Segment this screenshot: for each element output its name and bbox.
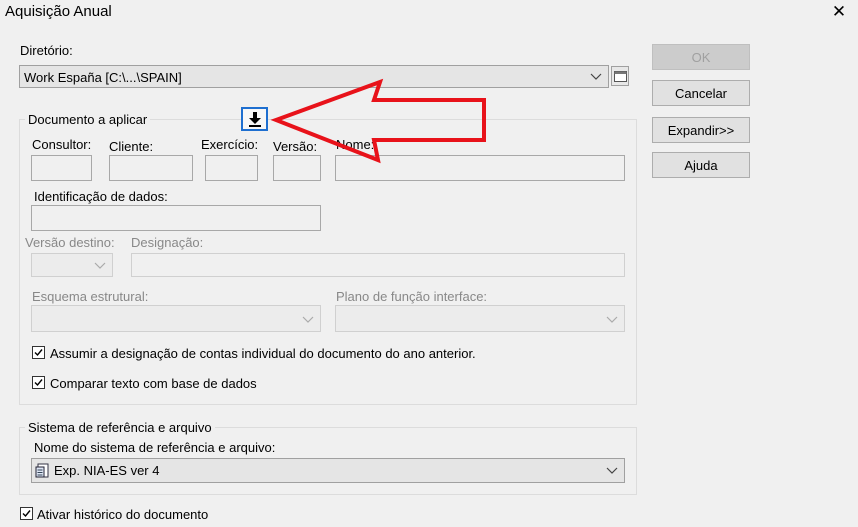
checkmark-icon	[34, 379, 43, 387]
window-title: Aquisição Anual	[5, 3, 112, 20]
esquema-select[interactable]	[31, 305, 321, 332]
checkmark-icon	[34, 349, 43, 357]
historico-checkbox[interactable]	[20, 507, 33, 520]
designacao-label: Designação:	[131, 235, 204, 250]
sistema-value: Exp. NIA-ES ver 4	[54, 463, 160, 478]
comparar-checkbox[interactable]	[32, 376, 45, 389]
exercicio-label: Exercício:	[201, 137, 259, 152]
diretorio-value: Work España [C:\...\SPAIN]	[24, 70, 182, 85]
versao-destino-select[interactable]	[31, 253, 113, 277]
load-document-button[interactable]	[241, 107, 268, 131]
help-button[interactable]: Ajuda	[652, 152, 750, 178]
chevron-down-icon	[606, 313, 618, 325]
exercicio-field[interactable]	[205, 155, 258, 181]
download-icon	[249, 112, 261, 127]
consultor-label: Consultor:	[32, 137, 92, 152]
checkmark-icon	[22, 510, 31, 518]
cliente-label: Cliente:	[109, 139, 154, 154]
sistema-label: Nome do sistema de referência e arquivo:	[34, 440, 276, 455]
browse-folder-icon	[614, 71, 627, 82]
plano-select[interactable]	[335, 305, 625, 332]
identificacao-field[interactable]	[31, 205, 321, 231]
chevron-down-icon	[606, 464, 618, 476]
esquema-label: Esquema estrutural:	[32, 289, 149, 304]
red-arrow-annotation	[270, 78, 486, 164]
database-icon	[35, 463, 49, 478]
chevron-down-icon	[302, 313, 314, 325]
close-button[interactable]: ✕	[828, 0, 850, 22]
versao-destino-label: Versão destino:	[25, 235, 115, 250]
cliente-field[interactable]	[109, 155, 193, 181]
comparar-label: Comparar texto com base de dados	[50, 376, 257, 391]
diretorio-label: Diretório:	[20, 43, 73, 58]
designacao-field[interactable]	[131, 253, 625, 277]
chevron-down-icon	[590, 70, 602, 82]
documento-legend: Documento a aplicar	[25, 112, 151, 127]
sistema-legend: Sistema de referência e arquivo	[25, 420, 215, 435]
chevron-down-icon	[94, 259, 106, 271]
cancel-button[interactable]: Cancelar	[652, 80, 750, 106]
plano-label: Plano de função interface:	[336, 289, 488, 304]
consultor-field[interactable]	[31, 155, 92, 181]
expand-button[interactable]: Expandir>>	[652, 117, 750, 143]
browse-folder-button[interactable]	[611, 66, 629, 86]
assumir-checkbox[interactable]	[32, 346, 45, 359]
sistema-select[interactable]: Exp. NIA-ES ver 4	[31, 458, 625, 483]
identificacao-label: Identificação de dados:	[34, 189, 168, 204]
historico-label: Ativar histórico do documento	[37, 507, 209, 522]
ok-button[interactable]: OK	[652, 44, 750, 70]
assumir-label: Assumir a designação de contas individua…	[50, 346, 476, 361]
